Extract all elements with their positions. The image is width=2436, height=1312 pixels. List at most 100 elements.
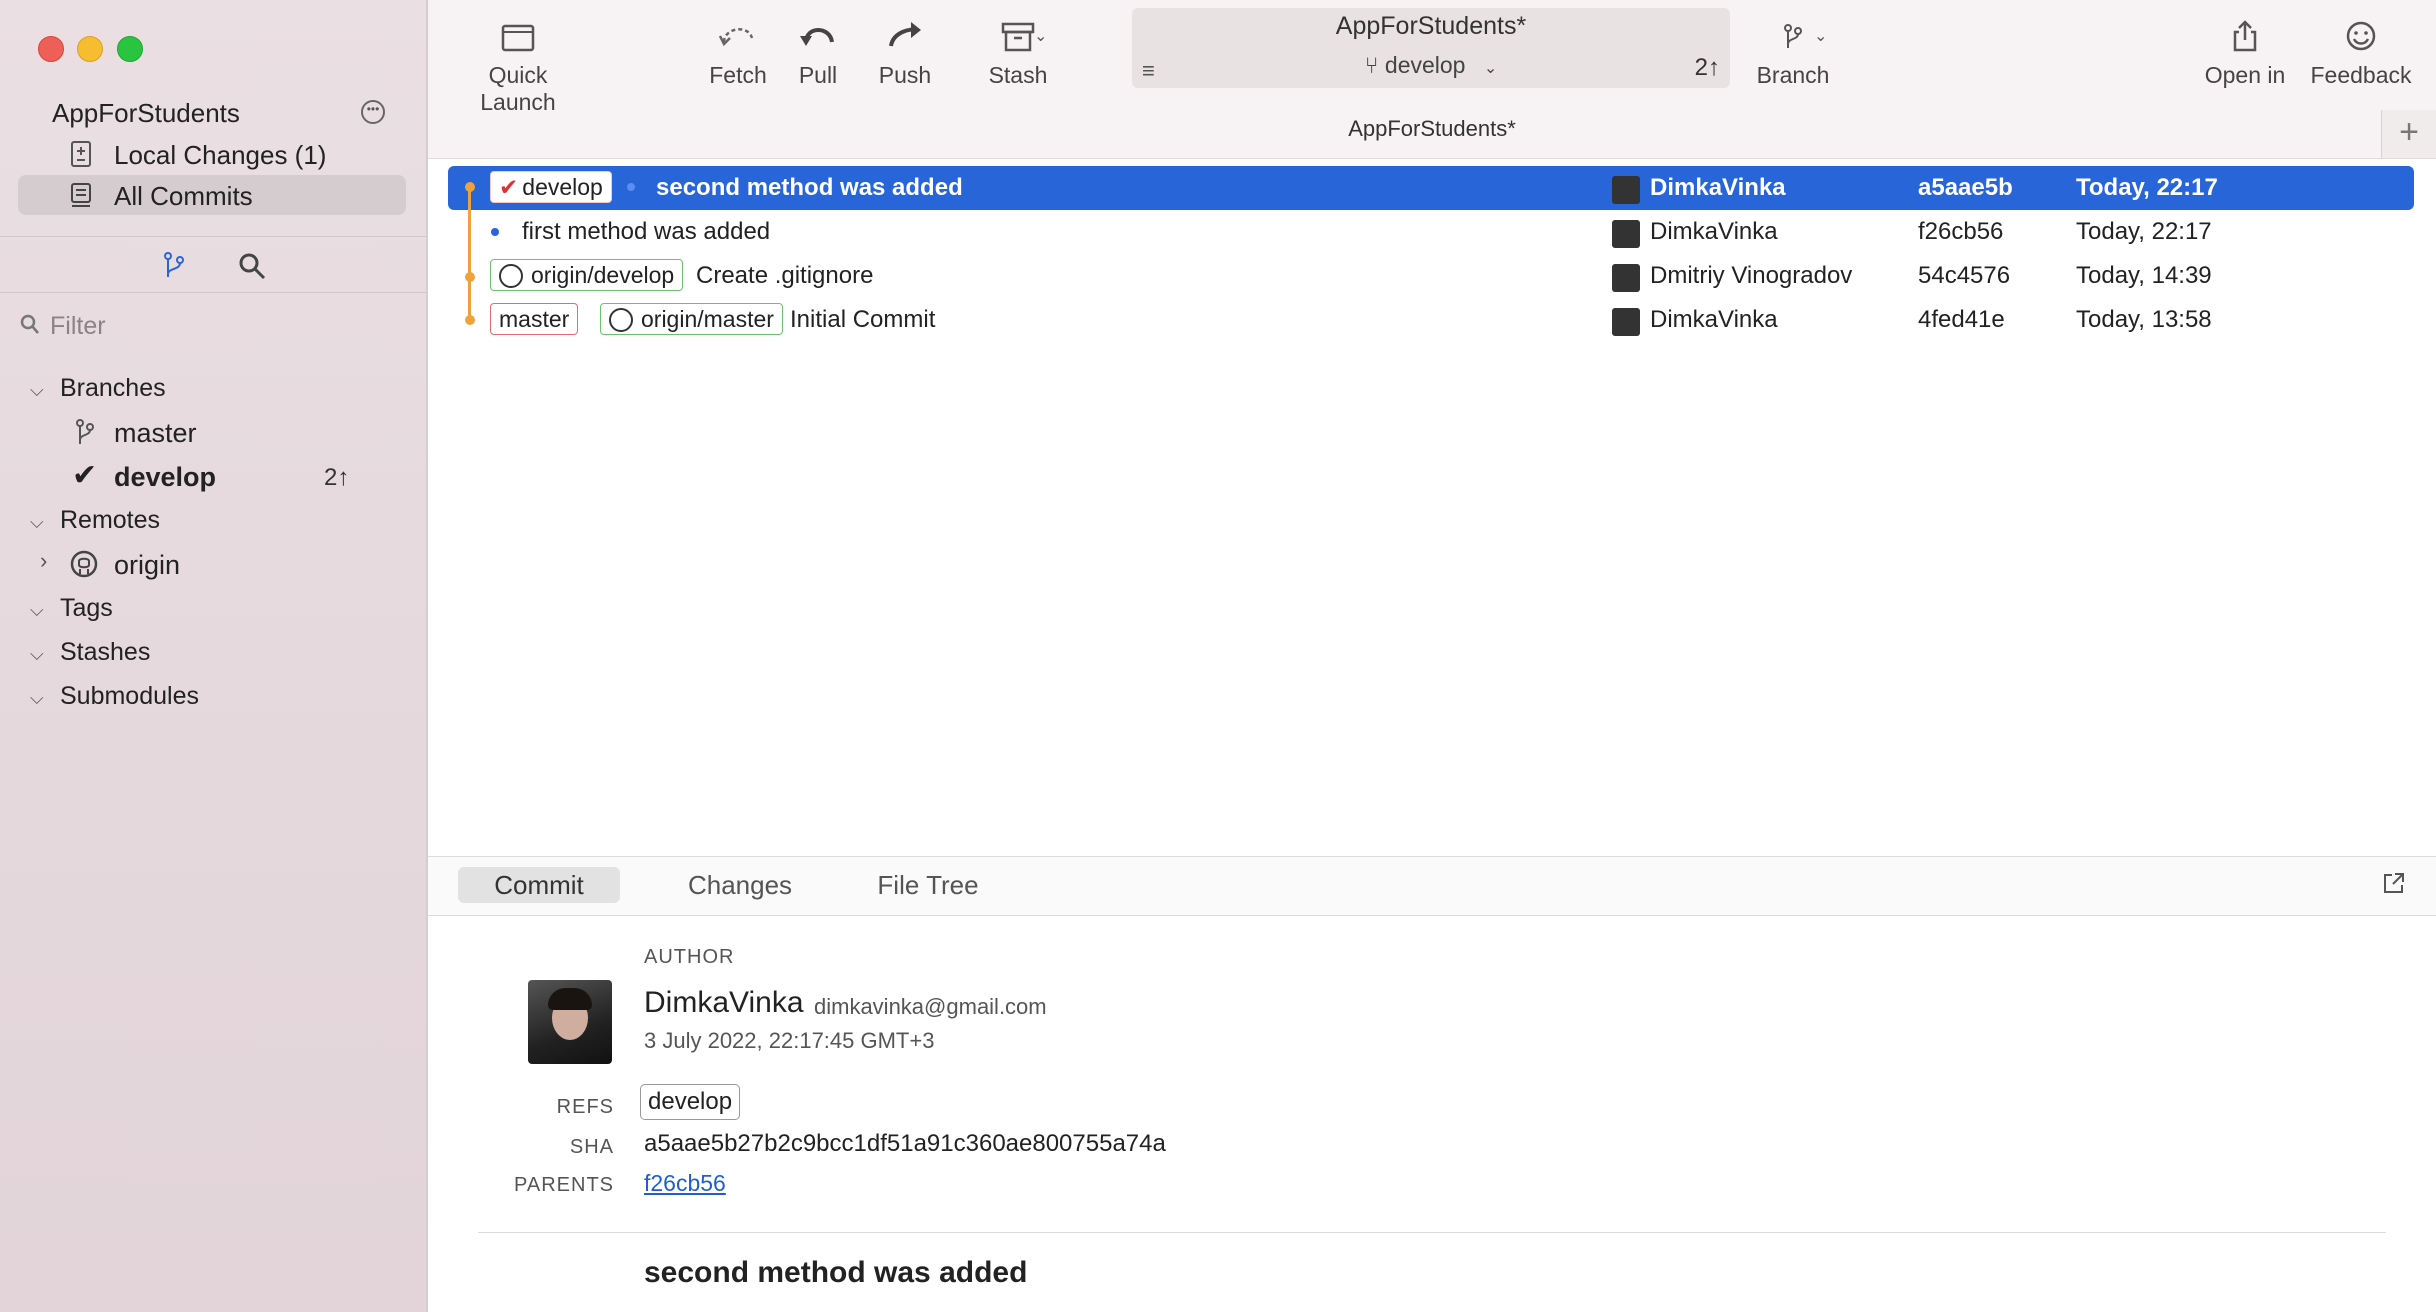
filter-input[interactable]: Filter [18,310,398,346]
commit-author: DimkaVinka [1650,174,1786,201]
sidebar-item-all-commits[interactable]: All Commits [18,175,406,215]
commit-date: Today, 14:39 [2076,262,2212,289]
commit-sha-full[interactable]: a5aae5b27b2c9bcc1df51a91c360ae800755a74a [644,1130,1166,1158]
commit-datetime: 3 July 2022, 22:17:45 GMT+3 [644,1028,935,1053]
author-email[interactable]: dimkavinka@gmail.com [814,994,1047,1020]
tab-commit[interactable]: Commit [458,867,620,903]
fetch-icon [718,28,754,47]
author-label: AUTHOR [644,946,735,968]
commit-date: Today, 22:17 [2076,218,2212,245]
ref-badge-remote[interactable]: origin/master [600,303,783,335]
ref-badge-local[interactable]: ✔ develop [490,171,612,203]
section-submodules[interactable]: ⌵ Submodules [30,682,199,711]
new-tab-button[interactable]: + [2381,110,2436,158]
github-icon [70,550,98,578]
pull-label: Pull [798,62,838,88]
tab-changes[interactable]: Changes [650,867,830,903]
open-external-icon[interactable] [2382,871,2406,895]
push-label: Push [878,62,932,88]
avatar [1612,308,1640,336]
commit-list: ✔ develop second method was added DimkaVi… [428,160,2436,854]
tab-project[interactable]: AppForStudents* [428,116,2436,142]
commit-subject: second method was added [644,1256,1028,1289]
close-window-button[interactable] [38,36,64,62]
commit-row[interactable]: origin/develop Create .gitignore Dmitriy… [448,254,2414,298]
push-button[interactable]: Push [870,16,940,89]
sidebar: AppForStudents ••• Local Changes (1) All… [0,0,428,1312]
quick-launch-label: Quick Launch [480,62,556,115]
avatar [528,980,612,1064]
sidebar-item-local-changes[interactable]: Local Changes (1) [18,134,406,174]
section-label: Remotes [60,506,161,534]
tab-file-tree[interactable]: File Tree [838,867,1018,903]
branch-selector[interactable]: ⑂ develop ⌄ [1132,52,1730,79]
commit-row[interactable]: master origin/master Initial Commit Dimk… [448,298,2414,342]
zoom-window-button[interactable] [117,36,143,62]
avatar [1612,176,1640,204]
project-title: AppForStudents* [1335,12,1527,40]
more-options-icon[interactable]: ••• [361,100,385,124]
commit-sha: f26cb56 [1918,218,2004,245]
parent-commit-link[interactable]: f26cb56 [644,1170,726,1197]
author-name: DimkaVinka [644,986,804,1019]
commit-author: DimkaVinka [1650,218,1778,245]
ahead-count: 2↑ [1694,54,1720,81]
section-stashes[interactable]: ⌵ Stashes [30,638,150,667]
section-remotes[interactable]: ⌵ Remotes [30,506,160,535]
section-branches[interactable]: ⌵ Branches [30,374,166,403]
feedback-button[interactable]: Feedback [2302,16,2420,89]
avatar [1612,264,1640,292]
stash-label: Stash [988,62,1048,88]
pull-button[interactable]: Pull [788,16,848,89]
commit-row[interactable]: first method was added DimkaVinka f26cb5… [448,210,2414,254]
chevron-right-icon[interactable]: › [40,548,47,574]
search-icon[interactable] [236,250,268,282]
branch-view-icon[interactable] [158,250,190,282]
commit-message: Create .gitignore [696,262,874,289]
remote-item-origin[interactable]: origin [114,550,180,581]
avatar [1612,220,1640,248]
branch-menu-chevron-icon[interactable]: ⌄ [1814,26,1827,46]
ref-label: origin/develop [531,262,675,288]
branch-icon [76,419,94,444]
divider [0,236,426,237]
ref-badge-remote[interactable]: origin/develop [490,259,684,291]
github-icon [499,264,523,288]
feedback-label: Feedback [2310,62,2412,88]
branch-item-develop[interactable]: develop [114,462,216,493]
commit-sha: a5aae5b [1918,174,2013,201]
ref-label: origin/master [641,306,774,332]
folder-icon [501,24,535,52]
minimize-window-button[interactable] [77,36,103,62]
section-label: Tags [60,594,113,622]
ref-badge-local[interactable]: master [490,303,579,335]
chevron-down-icon: ⌵ [30,380,44,400]
commit-sha: 4fed41e [1918,306,2005,333]
filter-placeholder: Filter [50,312,106,340]
chevron-down-icon: ⌵ [30,600,44,620]
sidebar-item-label: All Commits [114,181,253,211]
ahead-count: 2↑ [324,464,350,491]
stash-menu-chevron-icon[interactable]: ⌄ [1034,26,1047,46]
divider [0,292,426,293]
fetch-button[interactable]: Fetch [698,16,778,89]
repo-title: AppForStudents [52,98,240,128]
branch-item-master[interactable]: master [114,418,197,449]
repository-status-box[interactable]: ≡ AppForStudents* ⑂ develop ⌄ 2↑ [1132,8,1730,88]
commit-row[interactable]: ✔ develop second method was added DimkaVi… [448,166,2414,210]
checkmark-icon: ✔ [72,459,98,492]
section-tags[interactable]: ⌵ Tags [30,594,113,623]
chevron-down-icon: ⌵ [30,644,44,664]
detail-tabs: Commit Changes File Tree [428,856,2436,916]
graph-node [491,228,499,236]
chevron-down-icon: ⌵ [30,688,44,708]
commit-author: DimkaVinka [1650,306,1778,333]
open-in-button[interactable]: Open in [2190,16,2300,89]
refs-label: REFS [556,1096,614,1118]
quick-launch-button[interactable]: Quick Launch [458,16,578,116]
commit-date: Today, 22:17 [2076,174,2218,201]
parents-label: PARENTS [514,1174,614,1196]
ref-badge[interactable]: develop [640,1084,741,1120]
chevron-down-icon: ⌵ [30,512,44,532]
commit-sha: 54c4576 [1918,262,2011,289]
